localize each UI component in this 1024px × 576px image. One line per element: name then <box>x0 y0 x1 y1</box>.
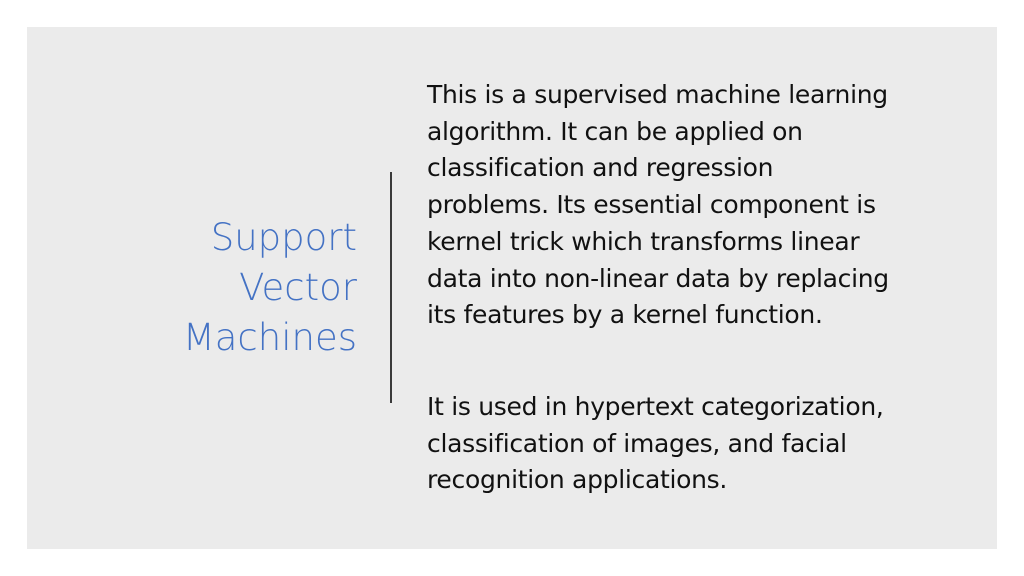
paragraph-1-line: This is a supervised machine learning <box>427 80 888 109</box>
paragraph-1-line: data into non-linear data by replacing <box>427 263 889 293</box>
paragraph-1-line: problems. Its essential component is <box>427 190 876 220</box>
slide-title: Support Vector Machines <box>147 213 357 363</box>
slide: Support Vector Machines This is a superv… <box>27 27 997 549</box>
paragraph-1-line: classification and regression <box>427 153 774 183</box>
paragraph-2-line: It is used in hypertext categorization, <box>427 392 884 421</box>
paragraph-1: This is a supervised machine learning al… <box>427 77 977 334</box>
vertical-divider <box>390 172 392 403</box>
slide-body: This is a supervised machine learning al… <box>427 77 977 494</box>
paragraph-1-line: kernel trick which transforms linear <box>427 226 860 256</box>
title-line-1: Support <box>210 216 357 259</box>
paragraph-2-line: recognition applications. <box>427 465 728 495</box>
title-line-3: Machines <box>182 316 357 359</box>
paragraph-1-line: its features by a kernel function. <box>427 300 823 330</box>
paragraph-2: It is used in hypertext categorization, … <box>427 389 884 499</box>
title-line-2: Vector <box>239 266 357 309</box>
paragraph-2-line: classification of images, and facial <box>427 428 847 458</box>
paragraph-1-line: algorithm. It can be applied on <box>427 116 803 146</box>
